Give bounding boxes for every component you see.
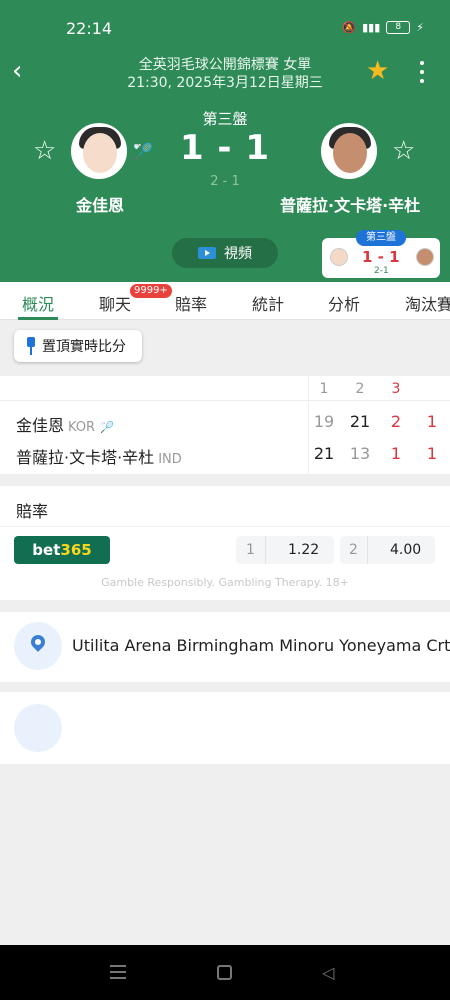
tab-stats[interactable]: 統計 [252, 291, 284, 315]
pin-live-score-button[interactable]: 置頂實時比分 [14, 330, 142, 362]
tab-bar: 概況 聊天 賠率 統計 分析 淘汰賽 [0, 282, 450, 320]
match-header: 22:14 🔕 ▮▮▮ 8 ⚡ ‹ 全英羽毛球公開錦標賽 女單 21:30, 2… [0, 0, 450, 282]
p2-game2: 13 [349, 444, 371, 463]
chat-count-badge: 9999+ [130, 284, 172, 298]
video-button[interactable]: 視頻 [172, 238, 278, 268]
mini-player1-avatar [330, 248, 348, 266]
mini-score: 1 - 1 [362, 248, 400, 266]
game1-header: 1 [319, 381, 329, 397]
tab-overview[interactable]: 概況 [22, 291, 54, 315]
follow-player2-star-icon[interactable]: ☆ [392, 138, 415, 164]
current-set-label: 第三盤 [202, 110, 248, 128]
battery-icon: 8 [386, 21, 411, 34]
mute-icon: 🔕 [342, 21, 357, 34]
p1-game1: 19 [313, 412, 335, 431]
follow-player1-star-icon[interactable]: ☆ [33, 138, 56, 164]
mini-sub-score: 2-1 [374, 266, 389, 276]
venue-name: Utilita Arena Birmingham Minoru Yoneyama… [72, 636, 450, 655]
odds-title: 賠率 [16, 502, 49, 521]
nav-back-icon[interactable]: ◁ [322, 963, 334, 982]
odds-away-label: 2 [349, 542, 358, 558]
p2-game3: 1 [390, 444, 402, 463]
video-icon [198, 247, 216, 259]
game3-header: 3 [391, 381, 401, 397]
set-score: 2 - 1 [210, 174, 240, 189]
pin-icon [26, 337, 36, 355]
odds-home-value: 1.22 [288, 542, 320, 558]
scoreboard-player1: 金佳恩 KOR 🏸 [16, 412, 114, 436]
scoreboard-player1-country: KOR [68, 420, 96, 435]
odds-option-away[interactable]: 2 4.00 [340, 536, 435, 564]
player1-name[interactable]: 金佳恩 [76, 192, 124, 216]
venue-card[interactable]: Utilita Arena Birmingham Minoru Yoneyama… [0, 612, 450, 682]
tab-odds[interactable]: 賠率 [175, 291, 207, 315]
mini-set-tag: 第三盤 [356, 230, 406, 246]
tab-chat[interactable]: 聊天 [99, 291, 131, 315]
status-icons: 🔕 ▮▮▮ 8 ⚡ [342, 21, 424, 34]
serving-shuttlecock-icon: 🏸 [100, 421, 114, 434]
p1-game2: 21 [349, 412, 371, 431]
status-time: 22:14 [66, 19, 113, 38]
p2-game1: 21 [313, 444, 335, 463]
home-icon[interactable] [217, 965, 232, 980]
placeholder-card [0, 692, 450, 764]
scoreboard-player1-name: 金佳恩 [16, 416, 65, 435]
system-nav-bar: ◁ [0, 945, 450, 1000]
scoreboard-player2: 普薩拉·文卡塔·辛杜 IND [16, 444, 182, 468]
gamble-disclaimer: Gamble Responsibly. Gambling Therapy. 18… [101, 576, 349, 589]
favorite-star-icon[interactable]: ★ [366, 56, 389, 86]
serving-shuttlecock-icon: 🏸 [133, 142, 153, 161]
odds-home-label: 1 [246, 542, 255, 558]
charging-icon: ⚡ [416, 21, 424, 34]
scoreboard-player2-name: 普薩拉·文卡塔·辛杜 [16, 448, 155, 467]
p2-sets-won: 1 [426, 444, 438, 463]
player2-name[interactable]: 普薩拉·文卡塔·辛杜 [280, 192, 420, 216]
active-tab-indicator [18, 317, 58, 320]
game2-header: 2 [355, 381, 365, 397]
scoreboard-player2-country: IND [158, 452, 182, 467]
mini-player2-avatar [416, 248, 434, 266]
odds-away-value: 4.00 [390, 542, 422, 558]
venue-icon-circle [14, 622, 62, 670]
tab-analysis[interactable]: 分析 [328, 291, 360, 315]
odds-option-home[interactable]: 1 1.22 [236, 536, 334, 564]
odds-section: 賠率 bet365 1 1.22 2 4.00 Gamble Responsib… [0, 486, 450, 600]
pin-label: 置頂實時比分 [42, 339, 126, 355]
mini-score-card[interactable]: 第三盤 1 - 1 2-1 [322, 230, 440, 278]
main-score: 1 - 1 [179, 128, 271, 168]
more-options-icon[interactable] [414, 58, 430, 86]
player2-avatar[interactable] [321, 123, 377, 179]
tab-knockout[interactable]: 淘汰賽 [405, 291, 450, 315]
signal-icon: ▮▮▮ [362, 21, 381, 34]
video-label: 視頻 [224, 246, 252, 262]
recent-apps-icon[interactable] [110, 965, 126, 979]
location-pin-icon [28, 632, 48, 652]
bookmaker-logo[interactable]: bet365 [14, 536, 110, 564]
p1-sets-won: 1 [426, 412, 438, 431]
p1-game3: 2 [390, 412, 402, 431]
status-bar: 22:14 🔕 ▮▮▮ 8 ⚡ [0, 16, 450, 40]
placeholder-avatar [14, 704, 62, 752]
player1-avatar[interactable] [71, 123, 127, 179]
